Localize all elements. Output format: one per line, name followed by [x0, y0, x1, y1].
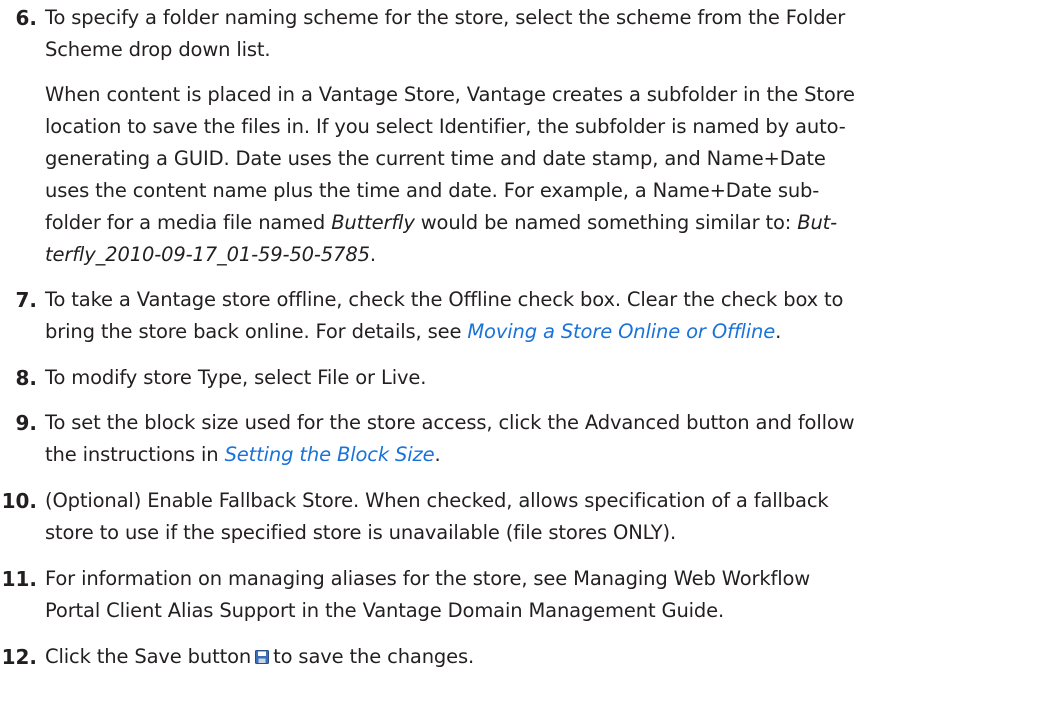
text-run: to save the changes. [273, 645, 475, 668]
step-text: (Optional) Enable Fallback Store. When c… [45, 489, 829, 512]
link-setting-block-size[interactable]: Setting the Block Size [225, 443, 435, 466]
step-paragraph-line: location to save the files in. If you se… [45, 115, 846, 138]
step-text: bring the store back online. For details… [45, 316, 781, 348]
step-number: 12. [1, 645, 37, 669]
text-run: Click the Save button [45, 645, 252, 668]
text-run: . [369, 243, 376, 266]
text-run: folder for a media file named [45, 211, 332, 234]
step-paragraph-line: uses the content name plus the time and … [45, 179, 820, 202]
step-text: To set the block size used for the store… [45, 411, 855, 434]
step-number: 10. [1, 489, 37, 513]
step-paragraph-line: terfly_2010-09-17_01-59-50-5785. [45, 239, 376, 271]
link-moving-store-online-offline[interactable]: Moving a Store Online or Offline [467, 320, 775, 343]
text-run: bring the store back online. For details… [45, 320, 468, 343]
text-run: the instructions in [45, 443, 225, 466]
italic-example: terfly_2010-09-17_01-59-50-5785 [45, 243, 370, 266]
step-text: Portal Client Alias Support in the Vanta… [45, 599, 725, 622]
step-text: Click the Save button to save the changes… [45, 641, 474, 673]
text-run: . [434, 443, 441, 466]
step-paragraph-line: When content is placed in a Vantage Stor… [45, 83, 855, 106]
step-text: To specify a folder naming scheme for th… [45, 6, 846, 29]
step-number: 7. [15, 288, 37, 312]
step-number: 6. [15, 6, 37, 30]
step-number: 8. [15, 366, 37, 390]
italic-example: But- [797, 211, 838, 234]
text-run: . [775, 320, 782, 343]
save-icon [255, 642, 270, 664]
text-run: would be named something similar to: [414, 211, 798, 234]
step-text: For information on managing aliases for … [45, 567, 811, 590]
step-paragraph-line: generating a GUID. Date uses the current… [45, 147, 826, 170]
document-page: 6. To specify a folder naming scheme for… [0, 0, 1059, 702]
step-number: 11. [1, 567, 37, 591]
step-paragraph-line: folder for a media file named Butterfly … [45, 207, 837, 239]
step-number: 9. [15, 411, 37, 435]
step-text: To take a Vantage store offline, check t… [45, 288, 844, 311]
step-text: To modify store Type, select File or Liv… [45, 366, 427, 389]
step-text: store to use if the specified store is u… [45, 521, 677, 544]
italic-filename: Butterfly [331, 211, 415, 234]
step-text: the instructions in Setting the Block Si… [45, 439, 441, 471]
step-text: Scheme drop down list. [45, 38, 271, 61]
